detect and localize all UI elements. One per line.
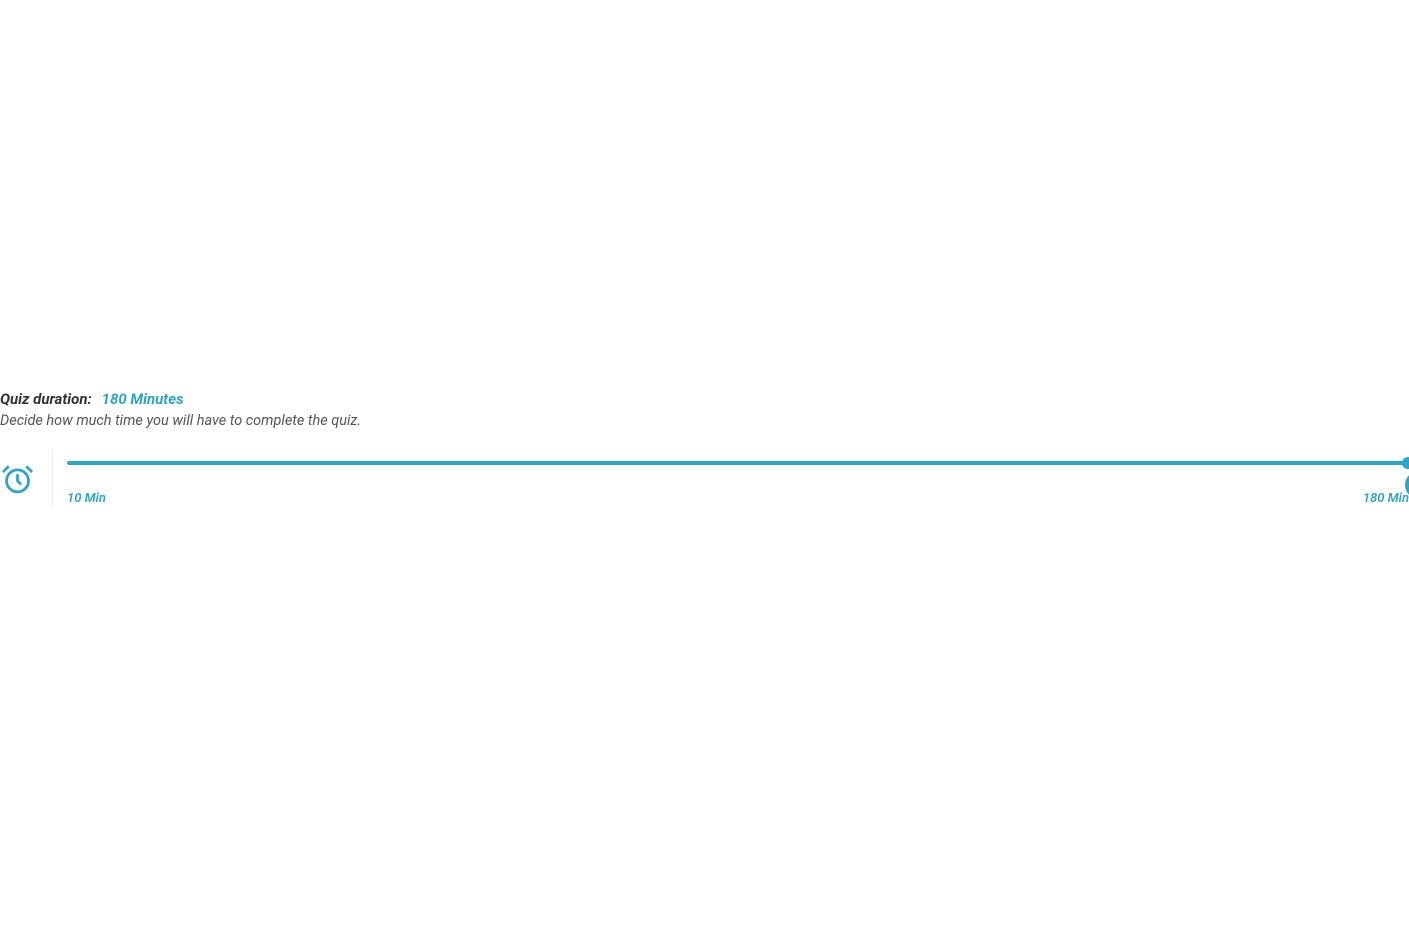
- slider-track[interactable]: [67, 461, 1409, 465]
- duration-description: Decide how much time you will have to co…: [0, 412, 1409, 429]
- duration-label: Quiz duration:: [0, 390, 92, 408]
- duration-slider-container: 10 Min 180 Min: [0, 451, 1409, 507]
- slider-tick-labels: 10 Min 180 Min: [67, 491, 1409, 506]
- slider-max-label: 180 Min: [1363, 491, 1409, 506]
- alarm-clock-icon: [1, 463, 34, 496]
- clock-icon-wrap: [0, 451, 34, 496]
- quiz-duration-section: Quiz duration: 180 Minutes Decide how mu…: [0, 390, 1409, 429]
- slider-min-label: 10 Min: [67, 491, 106, 506]
- edge-gradient: [0, 511, 30, 941]
- duration-header: Quiz duration: 180 Minutes: [0, 390, 1409, 408]
- slider-thumb[interactable]: [1402, 457, 1409, 469]
- duration-value: 180 Minutes: [102, 390, 184, 408]
- duration-slider[interactable]: 10 Min 180 Min: [67, 451, 1409, 506]
- vertical-divider: [52, 451, 53, 507]
